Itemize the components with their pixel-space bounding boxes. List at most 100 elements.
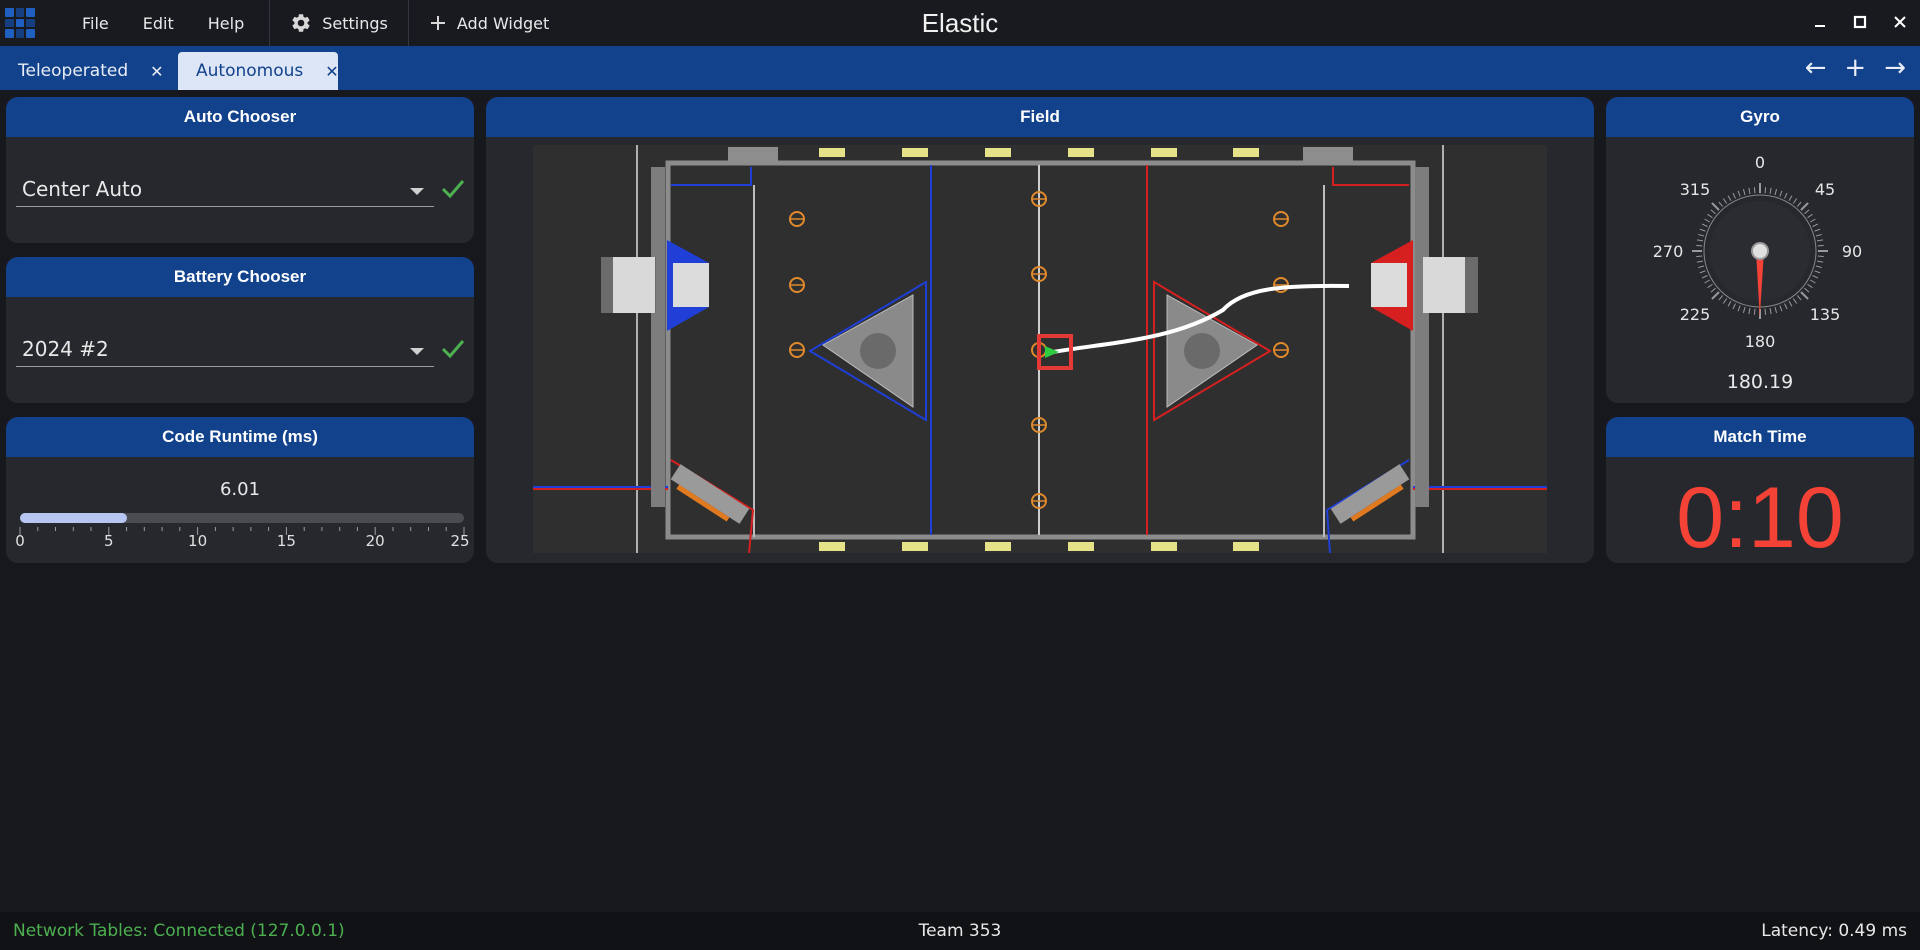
dial-tick bbox=[1698, 233, 1705, 237]
dial-label: 45 bbox=[1815, 180, 1835, 199]
dial-tick bbox=[1792, 198, 1798, 204]
app-logo-icon bbox=[5, 8, 35, 38]
add-tab-icon[interactable]: + bbox=[1844, 55, 1866, 81]
menu-bar: File Edit Help bbox=[65, 14, 261, 33]
maximize-button[interactable] bbox=[1840, 14, 1880, 33]
scale-label: 10 bbox=[188, 532, 207, 550]
dial-tick bbox=[1718, 295, 1724, 301]
check-icon[interactable] bbox=[440, 335, 466, 361]
plus-icon bbox=[430, 16, 445, 30]
gyro-dial: 0 45 90 135 180 225 270 315 bbox=[1653, 153, 1862, 351]
dial-tick bbox=[1710, 287, 1716, 293]
tab-label: Teleoperated bbox=[18, 61, 129, 81]
dial-tick bbox=[1753, 187, 1756, 194]
tab-bar: Teleoperated ✕ Autonomous ✕ ← + → bbox=[0, 46, 1920, 90]
scale-label: 0 bbox=[15, 532, 25, 550]
maximize-icon bbox=[1853, 15, 1867, 28]
dial-label: 180 bbox=[1745, 332, 1776, 351]
battery-chooser-widget: Battery Chooser 2024 #2 bbox=[6, 257, 474, 403]
dial-label: 90 bbox=[1842, 242, 1862, 261]
menu-help[interactable]: Help bbox=[191, 14, 261, 33]
scale-label: 20 bbox=[366, 532, 385, 550]
runtime-scale: 0 5 10 15 20 25 bbox=[15, 527, 470, 550]
dial-tick bbox=[1732, 192, 1736, 199]
match-time-widget: Match Time 0:10 bbox=[1606, 417, 1914, 563]
status-bar: Network Tables: Connected (127.0.0.1) Te… bbox=[0, 912, 1920, 950]
menu-file[interactable]: File bbox=[65, 14, 126, 33]
tab-teleoperated[interactable]: Teleoperated ✕ bbox=[0, 52, 168, 90]
dial-tick bbox=[1817, 244, 1824, 247]
gyro-value: 180.19 bbox=[1726, 371, 1794, 393]
dial-tick bbox=[1807, 283, 1813, 289]
dial-tick bbox=[1737, 305, 1741, 312]
dial-tick bbox=[1812, 275, 1819, 279]
gyro-widget: Gyro 0 45 90 135 180 225 270 315 180.19 bbox=[1606, 97, 1914, 403]
dial-tick bbox=[1774, 306, 1778, 313]
close-tab-icon[interactable]: ✕ bbox=[150, 62, 163, 81]
code-runtime-widget: Code Runtime (ms) 6.01 0 5 10 15 20 25 bbox=[6, 417, 474, 563]
dial-tick bbox=[1696, 239, 1703, 242]
widget-title: Gyro bbox=[1606, 97, 1914, 137]
dial-tick bbox=[1809, 218, 1816, 223]
dial-tick bbox=[1774, 189, 1778, 196]
widget-title: Auto Chooser bbox=[6, 97, 474, 137]
scale-label: 25 bbox=[450, 532, 469, 550]
dial-tick bbox=[1737, 190, 1741, 197]
dial-tick bbox=[1812, 223, 1819, 227]
battery-chooser-dropdown[interactable]: 2024 #2 bbox=[16, 337, 434, 367]
gear-icon bbox=[292, 14, 310, 32]
dial-tick bbox=[1710, 209, 1716, 215]
dial-tick bbox=[1769, 308, 1772, 315]
check-icon[interactable] bbox=[440, 175, 466, 201]
dial-tick bbox=[1804, 209, 1810, 215]
dial-tick bbox=[1699, 228, 1706, 232]
move-tab-right-icon[interactable]: → bbox=[1884, 55, 1906, 81]
close-tab-icon[interactable]: ✕ bbox=[325, 62, 338, 81]
scale-label: 15 bbox=[277, 532, 296, 550]
dial-tick bbox=[1742, 189, 1746, 196]
dial-tick bbox=[1779, 305, 1783, 312]
team-number: Team 353 bbox=[918, 921, 1002, 941]
settings-button[interactable]: Settings bbox=[270, 0, 408, 46]
minimize-button[interactable] bbox=[1800, 14, 1840, 33]
dial-tick bbox=[1704, 279, 1711, 284]
dial-tick bbox=[1696, 244, 1703, 247]
close-window-button[interactable] bbox=[1880, 14, 1920, 33]
dial-tick bbox=[1722, 298, 1728, 304]
menu-edit[interactable]: Edit bbox=[126, 14, 191, 33]
dial-tick bbox=[1796, 201, 1802, 207]
move-tab-left-icon[interactable]: ← bbox=[1805, 55, 1827, 81]
dial-tick bbox=[1707, 283, 1713, 289]
dial-tick bbox=[1796, 295, 1802, 301]
dial-tick bbox=[1711, 202, 1720, 211]
dial-tick bbox=[1699, 270, 1706, 274]
dial-label: 135 bbox=[1810, 305, 1841, 324]
dial-tick bbox=[1727, 195, 1732, 202]
dropdown-value: Center Auto bbox=[22, 177, 143, 201]
dial-tick bbox=[1779, 190, 1783, 197]
dial-tick bbox=[1784, 303, 1788, 310]
dial-tick bbox=[1814, 228, 1821, 232]
add-widget-label: Add Widget bbox=[456, 13, 550, 33]
auto-chooser-dropdown[interactable]: Center Auto bbox=[16, 177, 434, 207]
dial-tick bbox=[1792, 298, 1798, 304]
match-time-value: 0:10 bbox=[1676, 470, 1844, 563]
widget-title: Field bbox=[486, 97, 1594, 137]
dial-tick bbox=[1696, 260, 1703, 263]
add-widget-button[interactable]: Add Widget bbox=[409, 0, 569, 46]
dial-tick bbox=[1701, 275, 1708, 279]
dial-tick bbox=[1814, 270, 1821, 274]
dropdown-value: 2024 #2 bbox=[22, 337, 109, 361]
dial-tick bbox=[1817, 260, 1824, 263]
dial-tick bbox=[1817, 239, 1824, 242]
dial-tick bbox=[1788, 195, 1793, 202]
dial-tick bbox=[1769, 187, 1772, 194]
dial-tick bbox=[1698, 265, 1705, 269]
dial-tick bbox=[1748, 187, 1751, 194]
tab-autonomous[interactable]: Autonomous ✕ bbox=[178, 52, 339, 90]
dial-tick bbox=[1764, 308, 1767, 315]
dial-tick bbox=[1764, 187, 1767, 194]
dial-tick bbox=[1701, 223, 1708, 227]
dial-tick bbox=[1815, 233, 1822, 237]
dial-tick bbox=[1788, 300, 1793, 307]
